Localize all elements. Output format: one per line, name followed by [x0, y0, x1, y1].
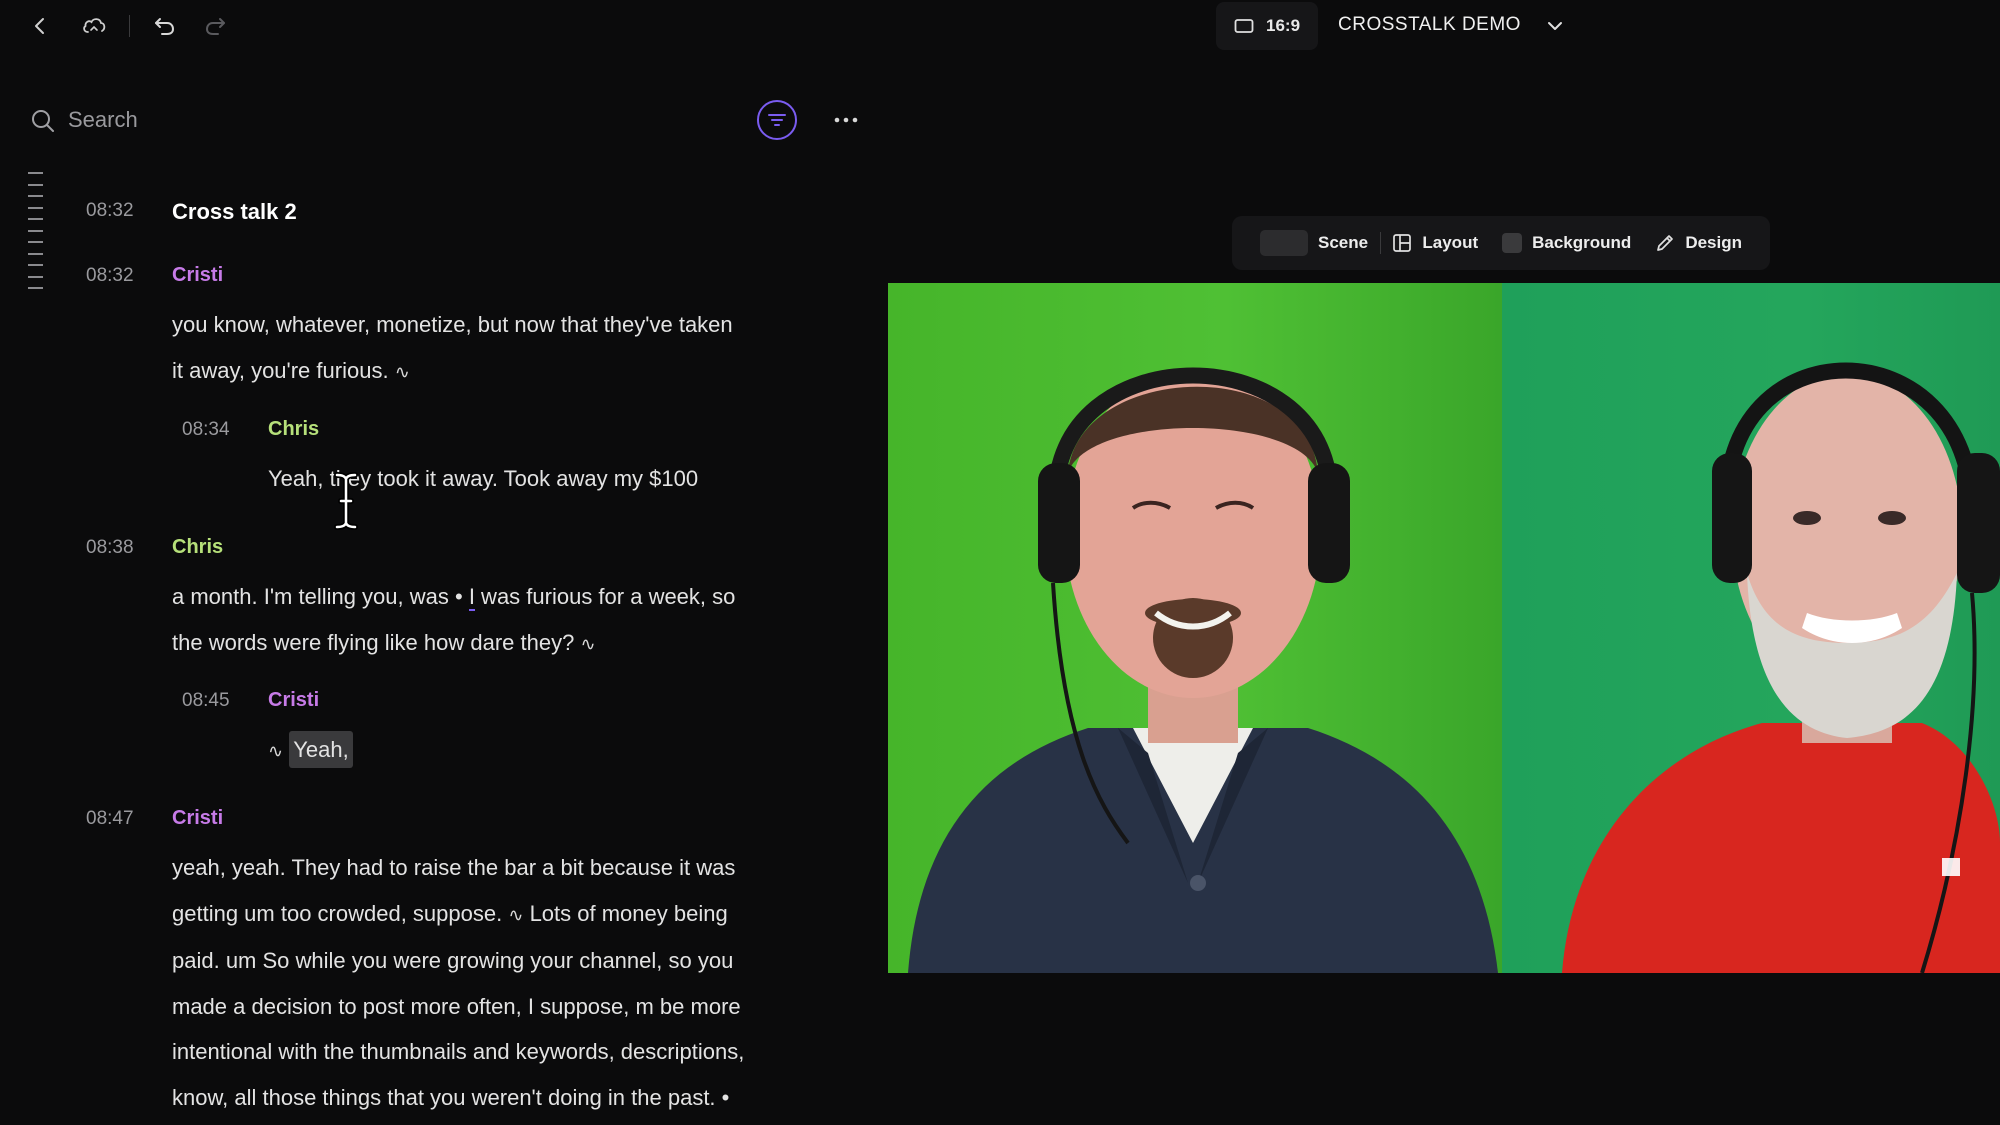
- scene-thumbnail: [1260, 230, 1308, 256]
- cloud-sync-icon[interactable]: [78, 10, 110, 42]
- layout-icon: [1393, 234, 1412, 252]
- transcript-line[interactable]: it away, you're furious.: [172, 358, 389, 383]
- text-cursor-icon: [334, 472, 358, 530]
- camera-feed-left: [888, 283, 1502, 973]
- transcript-paragraph[interactable]: a month. I'm telling you, was • I was fu…: [172, 574, 812, 667]
- transcript-paragraph[interactable]: yeah, yeah. They had to raise the bar a …: [172, 845, 822, 1120]
- search-input[interactable]: [68, 104, 568, 136]
- transcript-line[interactable]: intentional with the thumbnails and keyw…: [172, 1029, 822, 1075]
- redo-icon[interactable]: [199, 10, 231, 42]
- selected-word[interactable]: Yeah,: [289, 731, 353, 768]
- block-timestamp[interactable]: 08:45: [182, 690, 230, 712]
- filter-icon: [768, 114, 786, 126]
- aspect-ratio-label: 16:9: [1266, 16, 1301, 35]
- audio-wave-icon: ∿: [268, 741, 284, 761]
- layout-label: Layout: [1422, 233, 1479, 252]
- transcript-line[interactable]: the words were flying like how dare they…: [172, 630, 574, 655]
- screen-ratio-icon: [1234, 19, 1254, 33]
- transcript-text[interactable]: was furious for a week, so: [475, 584, 735, 609]
- block-timestamp[interactable]: 08:38: [86, 537, 134, 559]
- layout-button[interactable]: Layout: [1380, 216, 1490, 270]
- block-timestamp[interactable]: 08:47: [86, 808, 134, 830]
- background-label: Background: [1532, 233, 1632, 252]
- section-timestamp[interactable]: 08:32: [86, 200, 134, 222]
- speaker-label[interactable]: Chris: [268, 418, 319, 441]
- background-button[interactable]: Background: [1490, 216, 1643, 270]
- transcript-line[interactable]: Lots of money being: [530, 901, 728, 926]
- speaker-label[interactable]: Cristi: [172, 264, 223, 287]
- more-options-button[interactable]: [830, 108, 862, 132]
- transcript-line[interactable]: paid. um So while you were growing your …: [172, 938, 822, 984]
- presenter-left-image: [908, 367, 1498, 973]
- top-bar: 16:9 CROSSTALK DEMO: [0, 0, 2000, 52]
- audio-wave-icon: ∿: [394, 361, 410, 382]
- design-label: Design: [1685, 233, 1742, 252]
- audio-wave-icon: ∿: [580, 633, 596, 654]
- audio-wave-icon: ∿: [508, 904, 524, 925]
- chevron-down-icon[interactable]: [1543, 14, 1567, 38]
- scene-label: Scene: [1318, 233, 1369, 252]
- section-title[interactable]: Cross talk 2: [172, 199, 297, 225]
- undo-icon[interactable]: [149, 10, 181, 42]
- search-bar: [30, 100, 858, 142]
- transcript-paragraph[interactable]: ∿ Yeah,: [268, 727, 668, 775]
- speaker-label[interactable]: Cristi: [172, 807, 223, 830]
- transcript-text[interactable]: a month. I'm telling you, was •: [172, 584, 469, 609]
- back-arrow-icon[interactable]: [24, 10, 56, 42]
- transcript-paragraph[interactable]: you know, whatever, monetize, but now th…: [172, 302, 812, 395]
- transcript-line[interactable]: know, all those things that you weren't …: [172, 1075, 822, 1121]
- toolbar-divider: [129, 15, 130, 37]
- transcript-line[interactable]: getting um too crowded, suppose.: [172, 901, 502, 926]
- project-title[interactable]: CROSSTALK DEMO: [1338, 14, 1521, 36]
- block-timestamp[interactable]: 08:34: [182, 419, 230, 441]
- transcript-panel: 08:32 Cross talk 2 08:32 Cristi you know…: [0, 186, 860, 1125]
- presenter-right-image: [1562, 362, 2000, 973]
- camera-feed-right: [1502, 283, 2000, 973]
- design-button[interactable]: Design: [1643, 216, 1754, 270]
- transcript-line[interactable]: made a decision to post more often, I su…: [172, 984, 822, 1030]
- scene-toolbar: Scene Layout Background Design: [1232, 216, 1770, 270]
- filter-button[interactable]: [757, 100, 797, 140]
- more-dots-icon: [834, 117, 858, 123]
- pen-icon: [1657, 235, 1674, 251]
- video-preview[interactable]: [888, 283, 2000, 973]
- background-swatch: [1502, 233, 1523, 253]
- transcript-line[interactable]: yeah, yeah. They had to raise the bar a …: [172, 845, 822, 891]
- search-icon: [30, 108, 56, 139]
- aspect-ratio-button[interactable]: 16:9: [1216, 2, 1318, 50]
- block-timestamp[interactable]: 08:32: [86, 265, 134, 287]
- scene-button[interactable]: Scene: [1248, 216, 1380, 270]
- transcript-line[interactable]: you know, whatever, monetize, but now th…: [172, 302, 812, 348]
- speaker-label[interactable]: Cristi: [268, 689, 319, 712]
- speaker-label[interactable]: Chris: [172, 536, 223, 559]
